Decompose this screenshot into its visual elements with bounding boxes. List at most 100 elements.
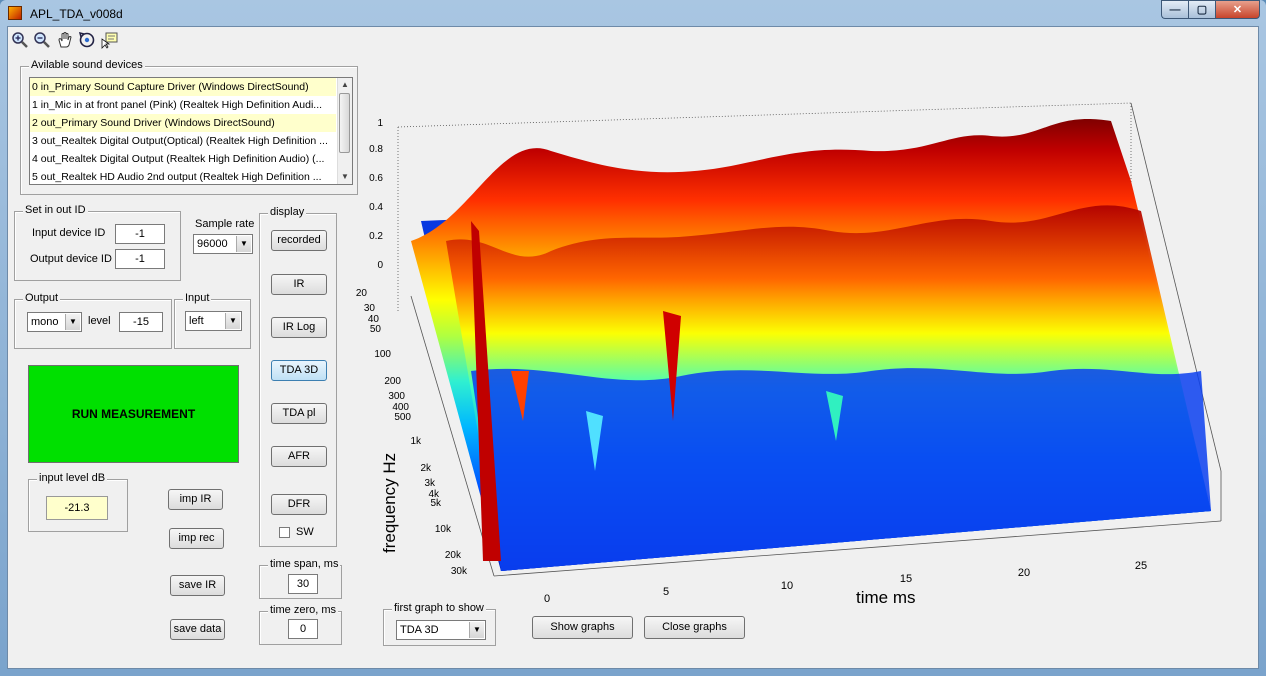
output-device-id-label: Output device ID <box>30 253 112 265</box>
chevron-down-icon[interactable]: ▼ <box>469 622 484 638</box>
scroll-up-arrow-icon[interactable]: ▲ <box>338 78 352 92</box>
time-zero-title: time zero, ms <box>268 604 339 616</box>
time-tick-label: 10 <box>781 580 793 592</box>
chevron-down-icon[interactable]: ▼ <box>65 314 80 330</box>
device-list-item[interactable]: 2 out_Primary Sound Driver (Windows Dire… <box>30 114 336 132</box>
freq-tick-label: 2k <box>420 463 432 474</box>
freq-tick-label: 20k <box>445 550 462 561</box>
z-tick-label: 1 <box>377 118 383 129</box>
freq-tick-label: 20 <box>356 288 368 299</box>
time-tick-label: 20 <box>1018 567 1030 579</box>
output-mode-value: mono <box>31 316 59 328</box>
close-graphs-button[interactable]: Close graphs <box>644 616 745 639</box>
time-span-panel: time span, ms 30 <box>259 558 342 599</box>
input-level-value: -21.3 <box>46 496 108 520</box>
show-graphs-button[interactable]: Show graphs <box>532 616 633 639</box>
run-measurement-button[interactable]: RUN MEASUREMENT <box>28 365 239 463</box>
sample-rate-value: 96000 <box>197 238 228 250</box>
imp-rec-button[interactable]: imp rec <box>169 528 224 549</box>
scroll-thumb[interactable] <box>339 93 350 153</box>
tda-pl-button[interactable]: TDA pl <box>271 403 327 424</box>
freq-tick-label: 200 <box>384 376 401 387</box>
time-axis: 0 5 10 15 20 25 <box>544 560 1147 605</box>
pan-hand-icon[interactable] <box>56 31 74 49</box>
output-panel-title: Output <box>23 292 61 304</box>
device-list-item[interactable]: 4 out_Realtek Digital Output (Realtek Hi… <box>30 150 336 168</box>
devices-listbox[interactable]: 0 in_Primary Sound Capture Driver (Windo… <box>29 77 353 185</box>
input-device-id-field[interactable]: -1 <box>115 224 165 244</box>
display-panel: display recorded IR IR Log TDA 3D TDA pl… <box>259 206 337 547</box>
input-channel-value: left <box>189 315 204 327</box>
ir-button[interactable]: IR <box>271 274 327 295</box>
display-panel-title: display <box>268 206 307 218</box>
imp-ir-button[interactable]: imp IR <box>168 489 223 510</box>
freq-tick-label: 5k <box>430 498 442 509</box>
freq-tick-label: 3k <box>424 478 436 489</box>
chevron-down-icon[interactable]: ▼ <box>236 236 251 252</box>
z-axis: 0 0.2 0.4 0.6 0.8 1 <box>369 118 383 271</box>
time-tick-label: 25 <box>1135 560 1147 572</box>
window-title: APL_TDA_v008d <box>30 7 123 21</box>
inout-panel-title: Set in out ID <box>23 204 88 216</box>
scroll-down-arrow-icon[interactable]: ▼ <box>338 170 352 184</box>
device-list-item[interactable]: 1 in_Mic in at front panel (Pink) (Realt… <box>30 96 336 114</box>
tda-3d-button[interactable]: TDA 3D <box>271 360 327 381</box>
sample-rate-label: Sample rate <box>195 218 255 230</box>
ir-log-button[interactable]: IR Log <box>271 317 327 338</box>
device-list-item[interactable]: 3 out_Realtek Digital Output(Optical) (R… <box>30 132 336 150</box>
freq-tick-label: 30k <box>451 566 468 577</box>
tda-3d-plot[interactable]: 0 0.2 0.4 0.6 0.8 1 20 30 40 50 100 200 … <box>351 71 1251 611</box>
device-list-item[interactable]: 0 in_Primary Sound Capture Driver (Windo… <box>30 78 336 96</box>
time-tick-label: 0 <box>544 593 550 605</box>
input-channel-select[interactable]: left ▼ <box>185 311 242 331</box>
input-level-panel: input level dB -21.3 <box>28 472 128 532</box>
rotate-3d-icon[interactable] <box>78 31 96 49</box>
device-list-item[interactable]: 5 out_Realtek HD Audio 2nd output (Realt… <box>30 168 336 184</box>
title-bar[interactable]: APL_TDA_v008d — ▢ ✕ <box>0 0 1266 26</box>
save-ir-button[interactable]: save IR <box>170 575 225 596</box>
recorded-button[interactable]: recorded <box>271 230 327 251</box>
time-span-field[interactable]: 30 <box>288 574 318 594</box>
chevron-down-icon[interactable]: ▼ <box>225 313 240 329</box>
data-cursor-icon[interactable] <box>101 31 119 49</box>
freq-tick-label: 50 <box>370 324 382 335</box>
time-tick-label: 15 <box>900 573 912 585</box>
close-button[interactable]: ✕ <box>1215 0 1260 19</box>
maximize-button[interactable]: ▢ <box>1188 0 1215 19</box>
z-tick-label: 0.6 <box>369 173 383 184</box>
devices-panel-title: Avilable sound devices <box>29 59 145 71</box>
time-axis-label: time ms <box>856 588 916 607</box>
freq-tick-label: 100 <box>374 349 391 360</box>
devices-scrollbar[interactable]: ▲ ▼ <box>337 78 352 184</box>
zoom-out-icon[interactable] <box>33 31 51 49</box>
input-device-id-label: Input device ID <box>32 227 106 239</box>
sw-label: SW <box>296 526 314 538</box>
dfr-button[interactable]: DFR <box>271 494 327 515</box>
time-zero-panel: time zero, ms 0 <box>259 604 342 645</box>
first-graph-select[interactable]: TDA 3D ▼ <box>396 620 486 640</box>
z-tick-label: 0 <box>377 260 383 271</box>
output-device-id-field[interactable]: -1 <box>115 249 165 269</box>
input-panel-title: Input <box>183 292 212 304</box>
freq-tick-label: 500 <box>394 412 411 423</box>
freq-tick-label: 1k <box>410 436 422 447</box>
frequency-axis-label: frequency Hz <box>380 453 399 553</box>
toolbar <box>8 27 1258 53</box>
client-area: Avilable sound devices 0 in_Primary Soun… <box>7 26 1259 669</box>
level-field[interactable]: -15 <box>119 312 163 332</box>
sw-checkbox[interactable] <box>279 527 290 538</box>
freq-tick-label: 10k <box>435 524 452 535</box>
input-panel: Input left ▼ <box>174 292 251 349</box>
afr-button[interactable]: AFR <box>271 446 327 467</box>
zoom-in-icon[interactable] <box>11 31 29 49</box>
inout-panel: Set in out ID Input device ID -1 Output … <box>14 204 181 281</box>
time-zero-field[interactable]: 0 <box>288 619 318 639</box>
sample-rate-select[interactable]: 96000 ▼ <box>193 234 253 254</box>
time-tick-label: 5 <box>663 586 669 598</box>
input-level-title: input level dB <box>37 472 108 484</box>
minimize-button[interactable]: — <box>1161 0 1188 19</box>
output-mode-select[interactable]: mono ▼ <box>27 312 82 332</box>
z-tick-label: 0.2 <box>369 231 383 242</box>
freq-tick-label: 300 <box>388 391 405 402</box>
save-data-button[interactable]: save data <box>170 619 225 640</box>
